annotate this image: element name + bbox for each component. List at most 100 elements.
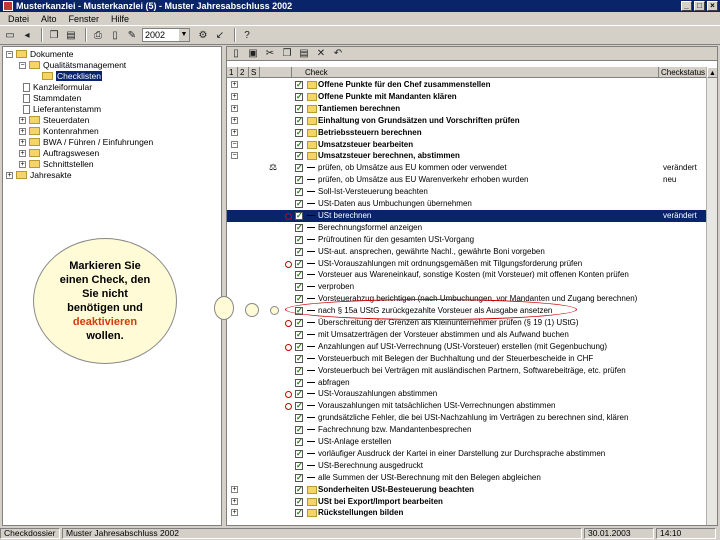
tree-item-stammdaten[interactable]: Stammdaten <box>21 93 81 103</box>
expand-icon[interactable]: + <box>19 116 26 124</box>
close-button[interactable]: × <box>707 1 718 11</box>
check-checkbox[interactable]: ✓ <box>295 330 303 339</box>
table-row[interactable]: ✓ USt-aut. ansprechen, gewährte Nachl., g… <box>227 246 707 258</box>
expand-icon[interactable]: + <box>19 149 26 157</box>
check-checkbox[interactable]: ✓ <box>295 223 303 232</box>
expand-icon[interactable]: + <box>231 92 238 100</box>
table-row[interactable]: + ✓ Offene Punkte mit Mandanten klären <box>227 91 707 103</box>
check-checkbox[interactable]: ✓ <box>295 509 303 518</box>
table-row[interactable]: − ✓ Umsatzsteuer berechnen, abstimmen <box>227 150 707 162</box>
table-row[interactable]: ✓ Vorsteuer aus Wareneinkauf, sonstige Ko… <box>227 269 707 281</box>
paste-icon[interactable]: ▤ <box>297 47 311 61</box>
copy-icon[interactable]: ❐ <box>47 28 61 42</box>
check-checkbox[interactable]: ✓ <box>295 116 303 125</box>
check-checkbox[interactable]: ✓ <box>295 319 303 327</box>
table-row[interactable]: ✓ Vorauszahlungen mit tatsächlichen USt-V… <box>227 400 707 412</box>
check-checkbox[interactable]: ✓ <box>295 164 303 173</box>
table-row[interactable]: ✓ USt-Vorauszahlungen mit ordnungsgemäßen… <box>227 258 707 270</box>
check-checkbox[interactable]: ✓ <box>295 414 303 423</box>
expand-icon[interactable]: + <box>19 127 26 135</box>
expand-icon[interactable]: + <box>19 138 26 146</box>
check-checkbox[interactable]: ✓ <box>295 426 303 435</box>
check-checkbox[interactable]: ✓ <box>295 283 303 292</box>
edit-icon[interactable]: ✎ <box>125 28 139 42</box>
table-row[interactable]: ✓ USt berechnen verändert <box>227 209 707 222</box>
table-row[interactable]: + ✓ USt bei Export/Import bearbeiten <box>227 496 707 508</box>
check-checkbox[interactable]: ✓ <box>295 295 303 304</box>
table-row[interactable]: ✓ abfragen <box>227 377 707 389</box>
check-checkbox[interactable]: ✓ <box>295 211 303 220</box>
back-icon[interactable]: ◂ <box>20 28 34 42</box>
table-row[interactable]: ✓ Fachrechnung bzw. Mandantenbesprechen <box>227 424 707 436</box>
table-row[interactable]: ✓ Anzahlungen auf USt-Verrechnung (USt-Vo… <box>227 341 707 353</box>
table-row[interactable]: ✓ alle Summen der USt-Berechnung mit den … <box>227 472 707 484</box>
menu-hilfe[interactable]: Hilfe <box>105 14 135 24</box>
collapse-icon[interactable]: − <box>19 61 26 69</box>
check-checkbox[interactable]: ✓ <box>295 366 303 375</box>
table-row[interactable]: + ✓ Einhaltung von Grundsätzen und Vorschr… <box>227 115 707 127</box>
header-col-blank[interactable] <box>260 67 292 78</box>
expand-icon[interactable]: + <box>231 497 238 505</box>
expand-icon[interactable]: + <box>19 160 26 168</box>
header-check[interactable]: Check <box>303 67 659 78</box>
undo-icon[interactable]: ↶ <box>331 47 345 61</box>
expand-icon[interactable]: + <box>231 485 238 493</box>
table-row[interactable]: ✓ mit Umsatzerträgen der Vorsteuer abstim… <box>227 329 707 341</box>
header-checkstatus[interactable]: Checkstatus <box>659 67 707 78</box>
table-row[interactable]: ✓ vorläufiger Ausdruck der Kartei in eine… <box>227 448 707 460</box>
menu-alto[interactable]: Alto <box>35 14 63 24</box>
check-checkbox[interactable]: ✓ <box>295 485 303 494</box>
table-row[interactable]: ✓ USt-Berechnung ausgedruckt <box>227 460 707 472</box>
tree-item-schnittstellen[interactable]: + Schnittstellen <box>19 159 94 169</box>
table-row[interactable]: + ✓ Offene Punkte für den Chef zusammenste… <box>227 79 707 91</box>
check-checkbox[interactable]: ✓ <box>295 497 303 506</box>
table-row[interactable]: ✓ USt-Daten aus Umbuchungen übernehmen <box>227 198 707 210</box>
tree-item-kanzleiformular[interactable]: Kanzleiformular <box>21 82 92 92</box>
print-icon[interactable]: ⎙ <box>91 28 105 42</box>
tree-root[interactable]: − Dokumente <box>6 49 73 59</box>
expand-icon[interactable]: + <box>231 81 238 88</box>
check-checkbox[interactable]: ✓ <box>295 271 303 280</box>
table-row[interactable]: ✓ grundsätzliche Fehler, die bei USt-Nach… <box>227 412 707 424</box>
table-row[interactable]: ✓ verproben <box>227 281 707 293</box>
check-checkbox[interactable]: ✓ <box>295 354 303 363</box>
table-row[interactable]: ✓ Prüfroutinen für den gesamten USt-Vorga… <box>227 234 707 246</box>
table-row[interactable]: + ✓ Sonderheiten USt-Besteuerung beachten <box>227 484 707 496</box>
check-checkbox[interactable]: ✓ <box>295 200 303 208</box>
cut-icon[interactable]: ✂ <box>263 47 277 61</box>
header-col-1[interactable]: 1 <box>227 67 238 78</box>
check-checkbox[interactable]: ✓ <box>295 81 303 89</box>
check-checkbox[interactable]: ✓ <box>295 259 303 268</box>
table-row[interactable]: + ✓ Betriebssteuern berechnen <box>227 127 707 139</box>
expand-icon[interactable]: + <box>6 171 13 179</box>
header-col-s[interactable]: S <box>249 67 260 78</box>
check-checkbox[interactable]: ✓ <box>295 152 303 161</box>
tree-item-steuerdaten[interactable]: + Steuerdaten <box>19 115 89 125</box>
tree-item-auftragswesen[interactable]: + Auftragswesen <box>19 148 99 158</box>
expand-icon[interactable]: + <box>231 128 238 136</box>
header-col-2[interactable]: 2 <box>238 67 249 78</box>
check-checkbox[interactable]: ✓ <box>295 402 303 411</box>
check-checkbox[interactable]: ✓ <box>295 247 303 256</box>
menu-datei[interactable]: Datei <box>2 14 35 24</box>
maximize-button[interactable]: □ <box>694 1 705 11</box>
table-row[interactable]: ✓ Soll-Ist-Versteuerung beachten <box>227 186 707 198</box>
table-row[interactable]: ✓ Vorsteuerbuch mit Belegen der Buchhaltu… <box>227 353 707 365</box>
table-row[interactable]: − ✓ Umsatzsteuer bearbeiten <box>227 139 707 151</box>
collapse-icon[interactable]: − <box>6 50 13 58</box>
check-checkbox[interactable]: ✓ <box>295 176 303 185</box>
check-checkbox[interactable]: ✓ <box>295 378 303 387</box>
check-checkbox[interactable]: ✓ <box>295 140 303 149</box>
expand-icon[interactable]: + <box>231 509 238 517</box>
chevron-down-icon[interactable]: ▼ <box>179 29 189 41</box>
check-checkbox[interactable]: ✓ <box>295 449 303 458</box>
copy-icon[interactable]: ❐ <box>280 47 294 61</box>
table-row[interactable]: + ✓ Rückstellungen bilden <box>227 507 707 519</box>
new-icon[interactable]: ▯ <box>229 47 243 61</box>
minimize-button[interactable]: _ <box>681 1 692 11</box>
table-row[interactable]: ✓ USt-Anlage erstellen <box>227 436 707 448</box>
table-row[interactable]: ✓ USt-Vorauszahlungen abstimmen <box>227 388 707 400</box>
save-icon[interactable]: ▣ <box>246 47 260 61</box>
expand-icon[interactable]: + <box>231 116 238 124</box>
tree-item-lieferantenstamm[interactable]: Lieferantenstamm <box>21 104 101 114</box>
